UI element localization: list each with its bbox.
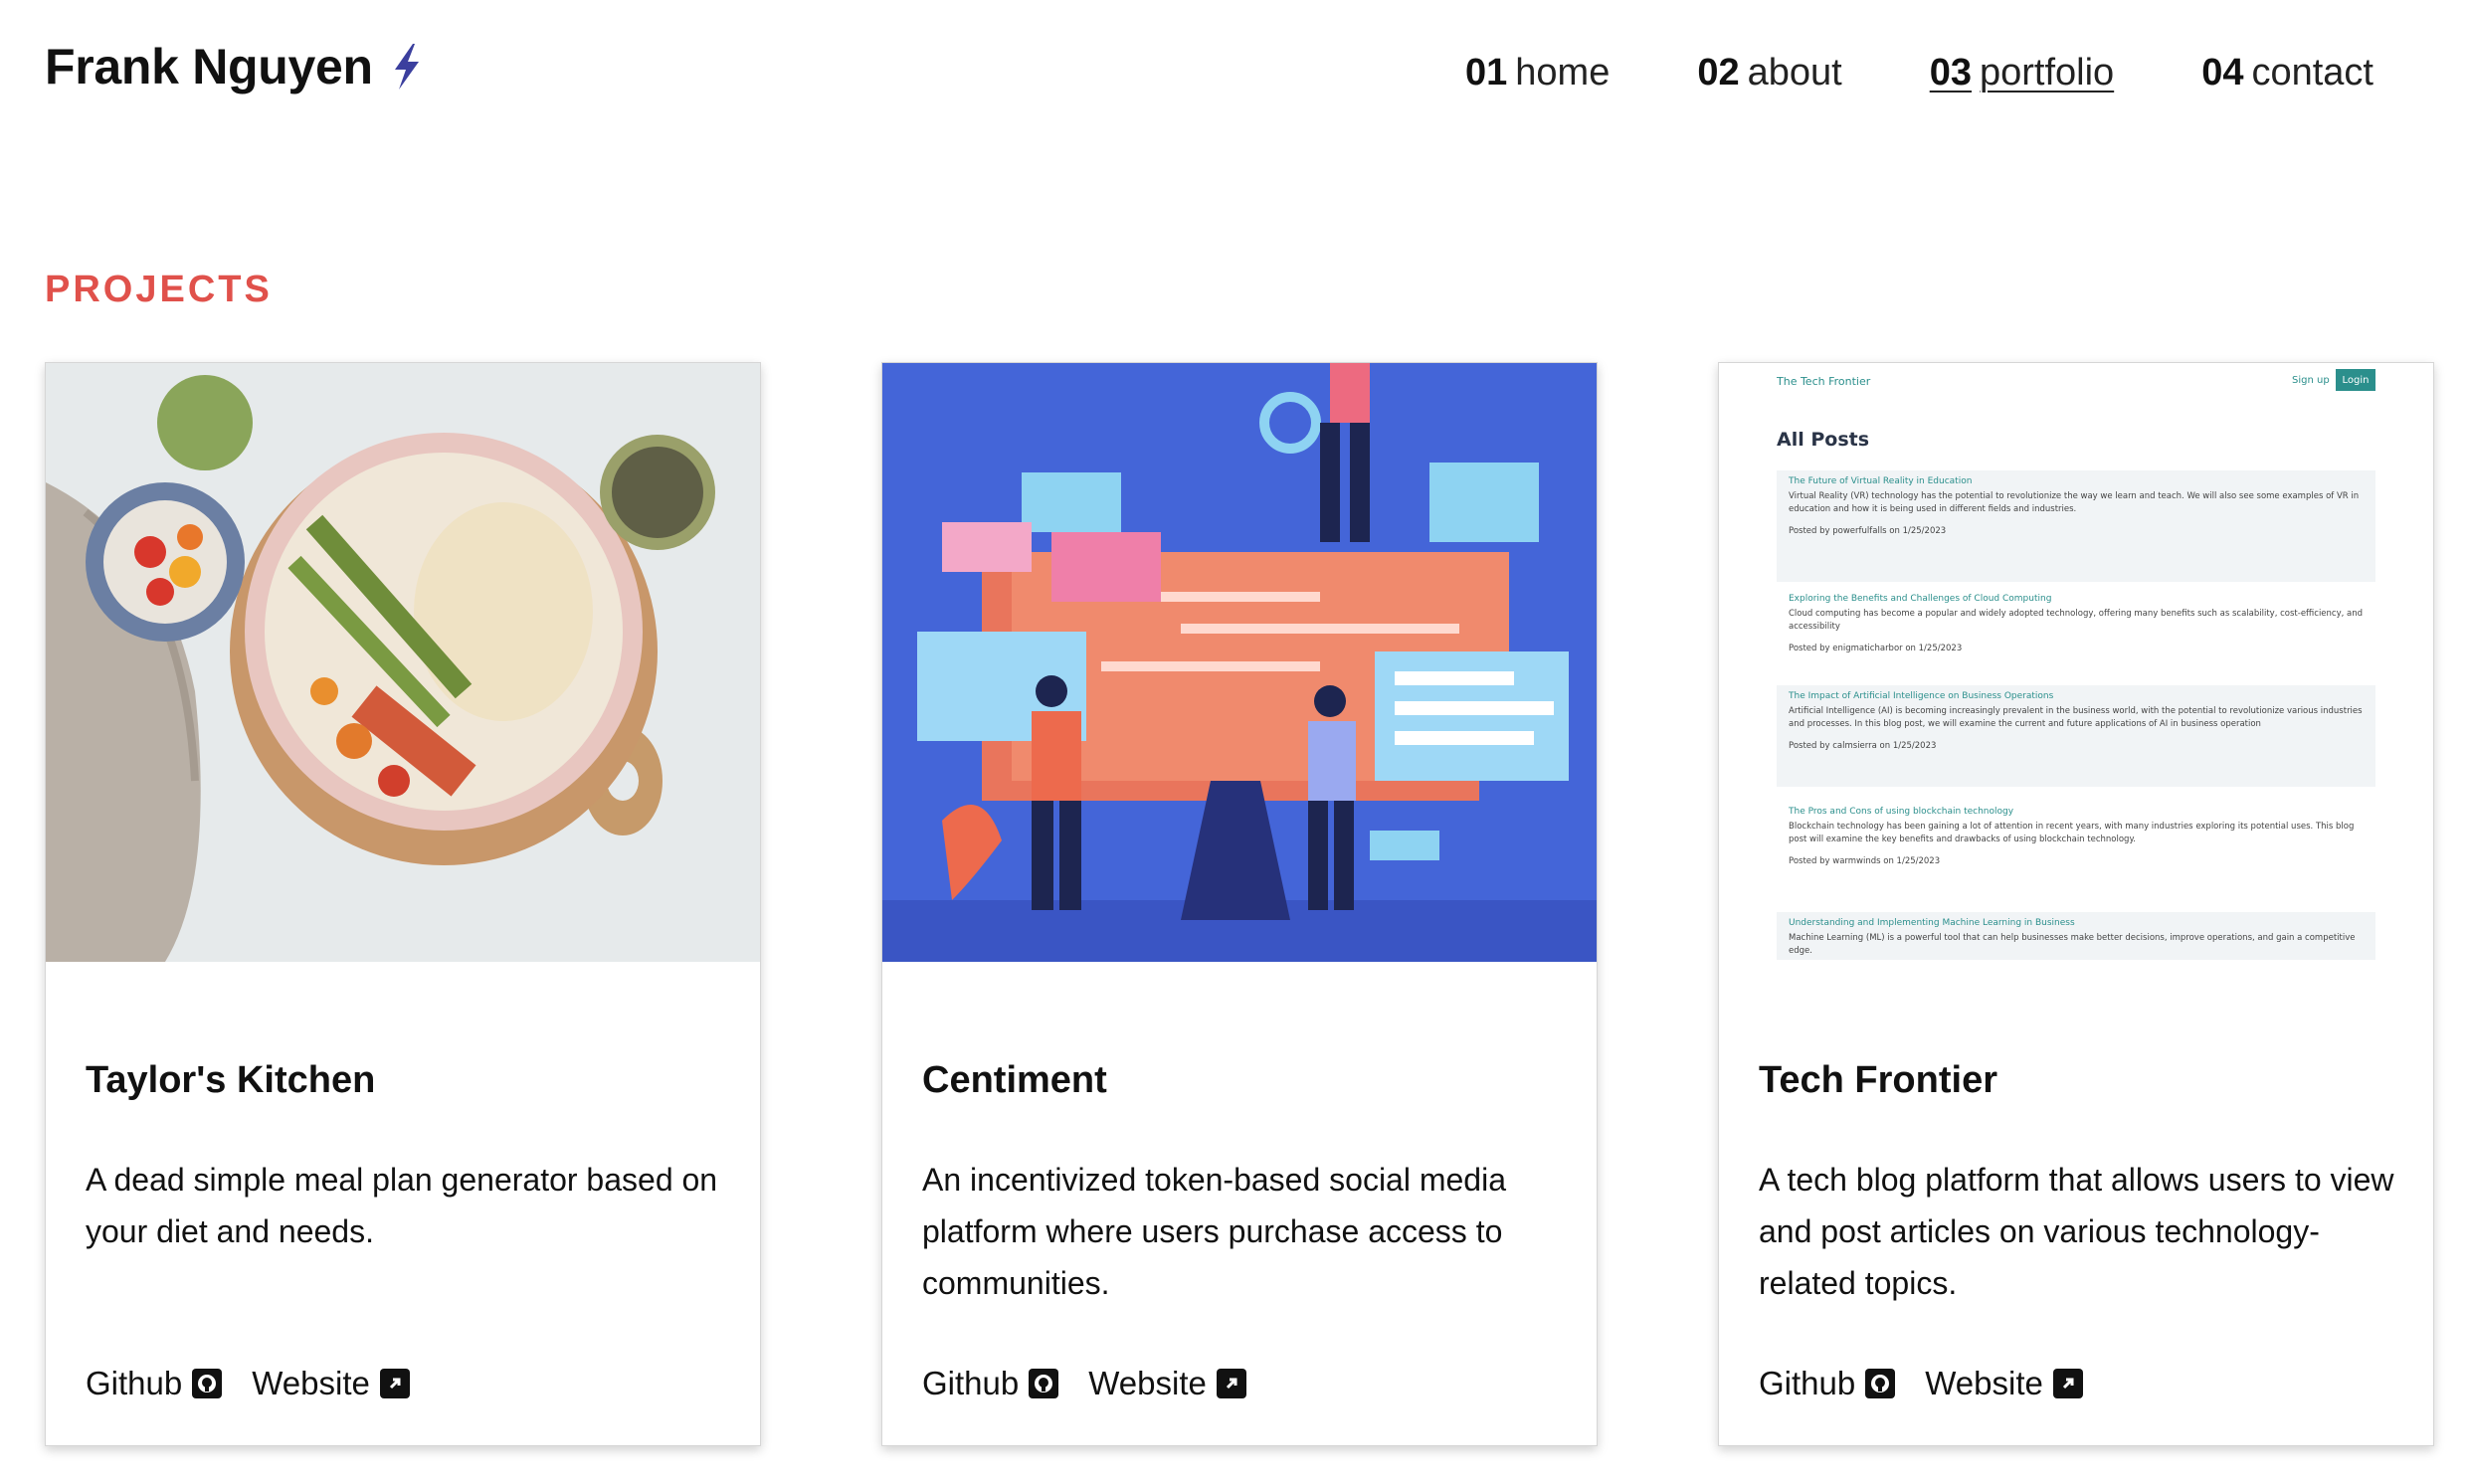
blog-post: Understanding and Implementing Machine L… xyxy=(1777,912,2375,960)
main-nav: 01 home 02 about 03 portfolio 04 contact xyxy=(1465,52,2374,94)
project-card: Taylor's Kitchen A dead simple meal plan… xyxy=(45,362,761,1446)
nav-contact[interactable]: 04 contact xyxy=(2201,52,2374,94)
nav-label: home xyxy=(1515,52,1611,93)
nav-label: about xyxy=(1747,52,1842,93)
nav-label: contact xyxy=(2251,52,2374,93)
nav-number: 01 xyxy=(1464,52,1508,93)
nav-about[interactable]: 02 about xyxy=(1697,52,1841,94)
website-label: Website xyxy=(1925,1365,2043,1401)
project-description: An incentivized token-based social media… xyxy=(922,1162,1506,1301)
website-link[interactable]: Website xyxy=(1925,1365,2083,1402)
project-description: A dead simple meal plan generator based … xyxy=(86,1162,718,1249)
nav-number: 03 xyxy=(1929,52,1972,93)
website-link[interactable]: Website xyxy=(1088,1365,1246,1402)
section-title: PROJECTS xyxy=(45,269,273,310)
blog-post: The Future of Virtual Reality in Educati… xyxy=(1777,470,2375,582)
project-links: Github Website xyxy=(922,1365,1246,1402)
blog-post-body: Virtual Reality (VR) technology has the … xyxy=(1789,491,2360,514)
blog-post-title: The Pros and Cons of using blockchain te… xyxy=(1789,807,2014,817)
blog-post-body: Artificial Intelligence (AI) is becoming… xyxy=(1789,706,2363,729)
brand[interactable]: Frank Nguyen xyxy=(45,38,427,95)
nav-portfolio[interactable]: 03 portfolio xyxy=(1930,52,2114,94)
project-title: Centiment xyxy=(922,1059,1107,1101)
project-card: The Tech Frontier Sign up Login All Post… xyxy=(1718,362,2434,1446)
github-label: Github xyxy=(86,1365,183,1401)
blog-post-title: The Future of Virtual Reality in Educati… xyxy=(1789,476,1973,486)
github-link[interactable]: Github xyxy=(1759,1365,1896,1402)
blog-preview: The Tech Frontier Sign up Login All Post… xyxy=(1719,363,2433,962)
blog-post-meta: Posted by warmwinds on 1/25/2023 xyxy=(1789,856,1941,866)
project-description: A tech blog platform that allows users t… xyxy=(1759,1162,2394,1301)
blog-post-title: Understanding and Implementing Machine L… xyxy=(1789,918,2075,928)
github-label: Github xyxy=(1759,1365,1856,1401)
project-image: The Tech Frontier Sign up Login All Post… xyxy=(1719,363,2433,962)
blog-post-meta: Posted by enigmaticharbor on 1/25/2023 xyxy=(1789,644,1963,653)
project-image xyxy=(46,363,760,962)
website-link[interactable]: Website xyxy=(252,1365,410,1402)
project-links: Github Website xyxy=(86,1365,410,1402)
lightning-bolt-icon xyxy=(394,44,419,90)
project-links: Github Website xyxy=(1759,1365,2083,1402)
project-title: Tech Frontier xyxy=(1759,1059,1997,1101)
github-icon xyxy=(1865,1369,1896,1398)
github-icon xyxy=(1029,1369,1059,1398)
nav-home[interactable]: 01 home xyxy=(1465,52,1610,94)
blog-post-title: Exploring the Benefits and Challenges of… xyxy=(1789,594,2052,604)
blog-post: The Impact of Artificial Intelligence on… xyxy=(1777,685,2375,787)
github-link[interactable]: Github xyxy=(86,1365,223,1402)
blog-post-title: The Impact of Artificial Intelligence on… xyxy=(1789,691,2054,701)
project-card: Centiment An incentivized token-based so… xyxy=(881,362,1598,1446)
external-link-icon xyxy=(379,1369,410,1398)
blog-post: Exploring the Benefits and Challenges of… xyxy=(1777,588,2375,679)
external-link-icon xyxy=(2052,1369,2083,1398)
github-icon xyxy=(192,1369,223,1398)
blog-signup: Sign up xyxy=(2292,375,2330,386)
website-label: Website xyxy=(1088,1365,1207,1401)
nav-number: 02 xyxy=(1697,52,1740,93)
blog-site-name: The Tech Frontier xyxy=(1777,375,1871,388)
blog-login: Login xyxy=(2336,369,2375,391)
blog-post-body: Machine Learning (ML) is a powerful tool… xyxy=(1789,933,2356,956)
external-link-icon xyxy=(1216,1369,1246,1398)
project-image xyxy=(882,363,1597,962)
github-link[interactable]: Github xyxy=(922,1365,1059,1402)
blog-post-meta: Posted by powerfulfalls on 1/25/2023 xyxy=(1789,526,1947,536)
website-label: Website xyxy=(252,1365,370,1401)
nav-label: portfolio xyxy=(1979,52,2115,93)
blog-post: The Pros and Cons of using blockchain te… xyxy=(1777,801,2375,900)
site-header: Frank Nguyen 01 home 02 about 03 portfolio … xyxy=(0,0,2469,139)
blog-post-meta: Posted by calmsierra on 1/25/2023 xyxy=(1789,741,1937,751)
project-title: Taylor's Kitchen xyxy=(86,1059,376,1101)
brand-name: Frank Nguyen xyxy=(45,39,373,94)
blog-heading: All Posts xyxy=(1777,429,1870,451)
nav-number: 04 xyxy=(2201,52,2244,93)
github-label: Github xyxy=(922,1365,1020,1401)
blog-post-body: Blockchain technology has been gaining a… xyxy=(1789,822,2355,844)
blog-post-body: Cloud computing has become a popular and… xyxy=(1789,609,2364,632)
